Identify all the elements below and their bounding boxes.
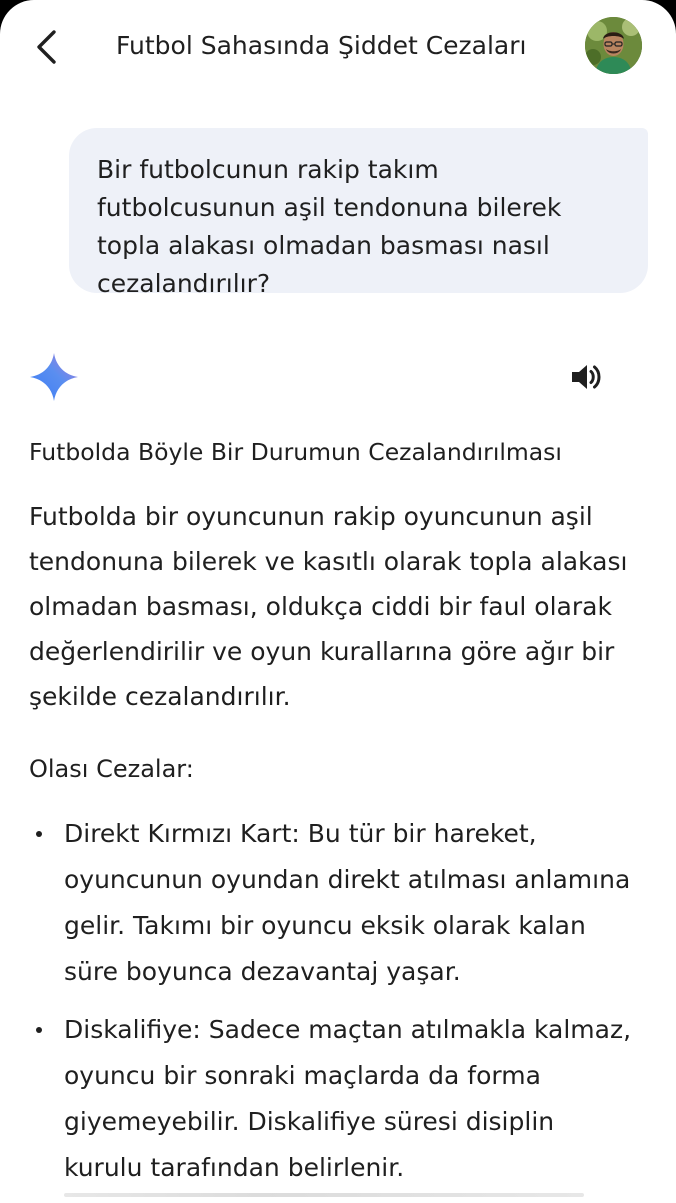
read-aloud-button[interactable] xyxy=(566,356,608,398)
bullet-icon xyxy=(36,1027,42,1033)
avatar-photo xyxy=(585,17,642,74)
penalties-list: Direkt Kırmızı Kart: Bu tür bir hareket,… xyxy=(29,811,649,1191)
user-message-bubble[interactable]: Bir futbolcunun rakip takım futbolcusunu… xyxy=(69,128,648,298)
arrow-back-icon xyxy=(37,30,56,64)
list-item-text: Direkt Kırmızı Kart: Bu tür bir hareket,… xyxy=(64,819,631,986)
list-item: Diskalifiye: Sadece maçtan atılmakla kal… xyxy=(29,1007,634,1191)
list-item-text: Diskalifiye: Sadece maçtan atılmakla kal… xyxy=(64,1015,632,1182)
speaker-icon xyxy=(572,365,601,389)
penalties-label: Olası Cezalar: xyxy=(29,755,194,783)
gemini-spark-icon xyxy=(29,352,79,402)
cut-off-next-line xyxy=(64,1190,584,1200)
page-title: Futbol Sahasında Şiddet Cezaları xyxy=(116,31,527,60)
back-button[interactable] xyxy=(22,22,72,72)
assistant-response: Futbolda Böyle Bir Durumun Cezalandırılm… xyxy=(29,430,649,1203)
user-message-text: Bir futbolcunun rakip takım futbolcusunu… xyxy=(97,155,562,298)
top-app-bar: Futbol Sahasında Şiddet Cezaları xyxy=(0,0,676,92)
response-paragraph: Futbolda bir oyuncunun rakip oyuncunun a… xyxy=(29,502,628,711)
response-heading: Futbolda Böyle Bir Durumun Cezalandırılm… xyxy=(29,438,562,466)
chat-screen: Futbol Sahasında Şiddet Cezaları Bir fut… xyxy=(0,0,676,1200)
list-item: Direkt Kırmızı Kart: Bu tür bir hareket,… xyxy=(29,811,634,995)
bullet-icon xyxy=(36,831,42,837)
user-avatar[interactable] xyxy=(585,17,642,74)
